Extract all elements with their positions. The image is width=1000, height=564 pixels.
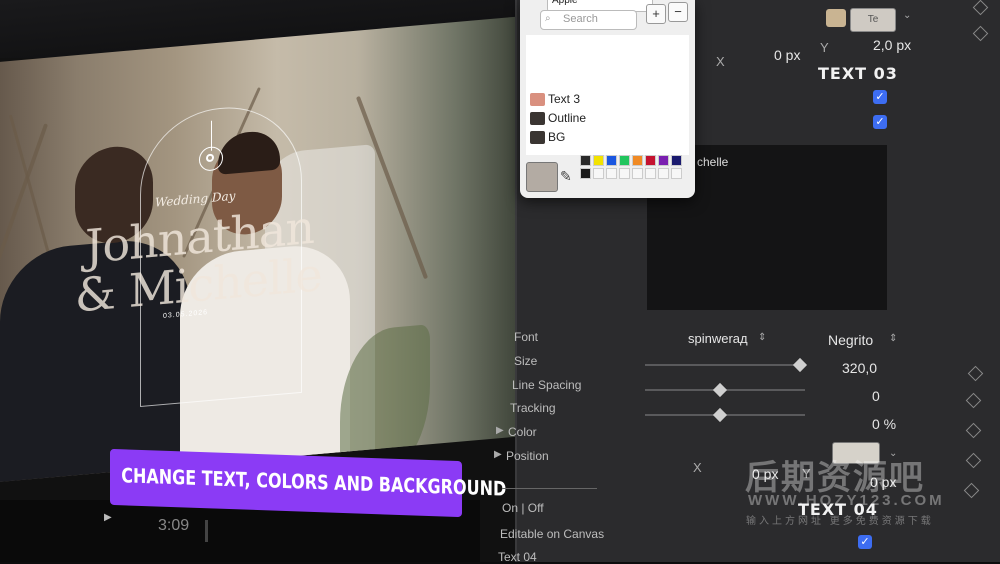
video-viewer: Wedding Day Johnathan & Michelle 03.05.2… bbox=[0, 0, 515, 562]
title-overlay[interactable]: Wedding Day Johnathan & Michelle 03.05.2… bbox=[75, 99, 325, 427]
palette-search-field[interactable]: ⌕ Search bbox=[540, 10, 637, 30]
position-label[interactable]: Position bbox=[506, 449, 549, 463]
editable-on-canvas-label: Editable on Canvas bbox=[500, 527, 605, 541]
add-color-button[interactable]: + bbox=[646, 4, 666, 24]
font-style-select[interactable]: Negrito bbox=[828, 332, 873, 348]
watermark-url: WWW.HQZY123.COM bbox=[748, 492, 945, 509]
playhead[interactable] bbox=[205, 520, 208, 542]
palette-empty-cell[interactable] bbox=[593, 168, 604, 179]
palette-empty-cell[interactable] bbox=[580, 168, 591, 179]
color-list-item-text-3[interactable]: Text 3 bbox=[548, 92, 580, 106]
palette-color-cell[interactable] bbox=[593, 155, 604, 166]
palette-color-cell[interactable] bbox=[658, 155, 669, 166]
palette-color-cell[interactable] bbox=[580, 155, 591, 166]
line-spacing-value[interactable]: 0 bbox=[872, 388, 880, 404]
current-color-well[interactable] bbox=[526, 162, 558, 192]
tracking-slider[interactable] bbox=[645, 407, 805, 423]
line-spacing-slider[interactable] bbox=[645, 382, 805, 398]
promo-banner-text: CHANGE TEXT, COLORS AND BACKGROUND bbox=[121, 463, 507, 501]
top-y-label: Y bbox=[820, 40, 829, 55]
text-03-checkbox-2[interactable]: ✓ bbox=[873, 115, 887, 129]
line-spacing-label: Line Spacing bbox=[512, 378, 582, 392]
text-preview-content: chelle bbox=[697, 155, 729, 169]
size-value[interactable]: 320,0 bbox=[842, 360, 877, 376]
text-03-heading: TEXT 03 bbox=[818, 64, 898, 83]
font-style-stepper-icon[interactable]: ⇕ bbox=[889, 333, 897, 344]
font-label: Font bbox=[514, 330, 539, 344]
palette-color-cell[interactable] bbox=[619, 155, 630, 166]
color-list-swatch-outline[interactable] bbox=[530, 112, 545, 125]
play-icon[interactable]: ▶ bbox=[104, 512, 112, 523]
color-picker-popover: Apple ⌕ Search + − Text 3 Outline BG ✎ bbox=[520, 0, 695, 198]
font-family-select[interactable]: spinweraд bbox=[688, 331, 748, 346]
palette-color-cell[interactable] bbox=[632, 155, 643, 166]
palette-empty-cell[interactable] bbox=[632, 168, 643, 179]
tracking-label: Tracking bbox=[510, 401, 556, 415]
timeline-time: 3:09 bbox=[158, 517, 190, 534]
palette-empty-cell[interactable] bbox=[645, 168, 656, 179]
palette-color-cell[interactable] bbox=[645, 155, 656, 166]
color-list-item-outline[interactable]: Outline bbox=[548, 111, 586, 125]
on-off-label: On | Off bbox=[502, 501, 544, 515]
watermark-caption: 输入上方网址 更多免费资源下载 bbox=[746, 516, 934, 527]
palette-color-cell[interactable] bbox=[671, 155, 682, 166]
color-list: Text 3 Outline BG bbox=[526, 35, 689, 155]
color-label[interactable]: Color bbox=[508, 425, 537, 439]
pos-x-label: X bbox=[693, 460, 702, 475]
color-list-swatch-bg[interactable] bbox=[530, 131, 545, 144]
section-divider bbox=[502, 488, 597, 489]
palette-color-cell[interactable] bbox=[606, 155, 617, 166]
palette-grid bbox=[580, 155, 682, 185]
eyedropper-icon[interactable]: ✎ bbox=[560, 168, 572, 185]
text-04-checkbox[interactable]: ✓ bbox=[858, 535, 872, 549]
size-slider[interactable] bbox=[645, 357, 808, 373]
palette-empty-cell[interactable] bbox=[606, 168, 617, 179]
size-label: Size bbox=[514, 354, 538, 368]
text-03-checkbox-1[interactable]: ✓ bbox=[873, 90, 887, 104]
top-x-label: X bbox=[716, 54, 725, 69]
palette-empty-cell[interactable] bbox=[671, 168, 682, 179]
palette-empty-cell[interactable] bbox=[619, 168, 630, 179]
remove-color-button[interactable]: − bbox=[668, 2, 688, 22]
color-disclosure-icon[interactable]: ▶ bbox=[496, 425, 504, 436]
palette-empty-cell[interactable] bbox=[658, 168, 669, 179]
tracking-value[interactable]: 0 % bbox=[872, 416, 896, 432]
color-list-swatch-text-3[interactable] bbox=[530, 93, 545, 106]
color-chip-top[interactable]: Te bbox=[850, 8, 896, 32]
top-y-value[interactable]: 2,0 px bbox=[873, 37, 911, 53]
top-x-value[interactable]: 0 px bbox=[774, 47, 800, 63]
font-family-stepper-icon[interactable]: ⇕ bbox=[758, 332, 766, 343]
color-swatch-top[interactable] bbox=[826, 9, 846, 27]
position-disclosure-icon[interactable]: ▶ bbox=[494, 449, 502, 460]
color-list-item-bg[interactable]: BG bbox=[548, 130, 565, 144]
chevron-down-icon[interactable]: ⌄ bbox=[903, 10, 911, 21]
search-icon: ⌕ bbox=[545, 13, 551, 24]
search-placeholder: Search bbox=[563, 13, 598, 25]
